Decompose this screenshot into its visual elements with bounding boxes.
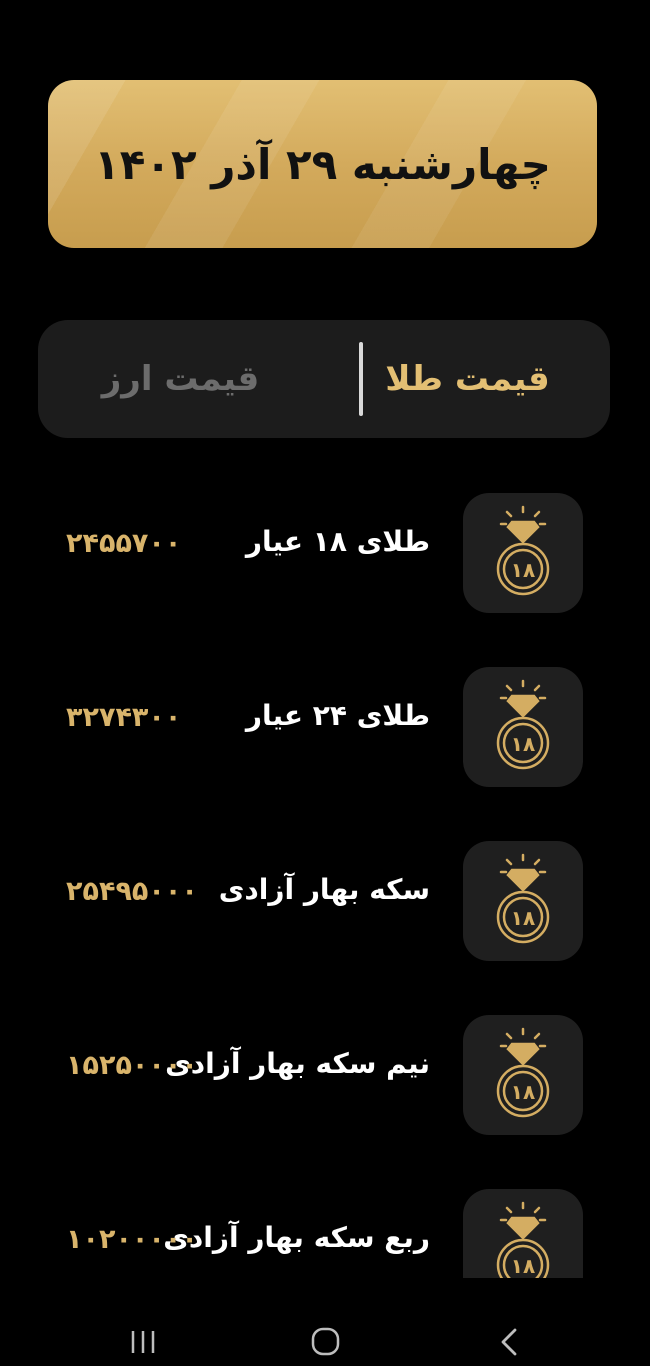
system-navigation-bar [0, 1312, 650, 1366]
item-name: طلای ۱۸ عیار [245, 525, 430, 558]
ring-badge-text: ۱۸ [511, 558, 535, 582]
ring-18-icon: ۱۸ [463, 1015, 583, 1135]
back-icon[interactable] [497, 1326, 523, 1358]
ring-18-icon: ۱۸ [463, 1189, 583, 1278]
ring-badge-text: ۱۸ [511, 1080, 535, 1104]
item-price: ۱۰۲۰۰۰۰۰ [66, 1224, 198, 1255]
item-name: طلای ۲۴ عیار [245, 699, 430, 732]
item-name: نیم سکه بهار آزادی [165, 1047, 430, 1080]
list-item[interactable]: ۱۸ طلای ۱۸ عیار ۲۴۵۵۷۰۰ [0, 480, 650, 654]
list-item[interactable]: ۱۸ سکه بهار آزادی ۲۵۴۹۵۰۰۰ [0, 828, 650, 1002]
tab-currency-price[interactable]: قیمت ارز [38, 320, 323, 438]
recent-apps-icon[interactable] [128, 1326, 158, 1356]
item-name: سکه بهار آزادی [218, 873, 430, 906]
ring-18-icon: ۱۸ [463, 493, 583, 613]
ring-18-icon: ۱۸ [463, 667, 583, 787]
price-tabs: قیمت طلا قیمت ارز [38, 320, 610, 438]
date-text: چهارشنبه ۲۹ آذر ۱۴۰۲ [94, 139, 551, 189]
ring-badge-text: ۱۸ [511, 732, 535, 756]
item-price: ۳۲۷۴۳۰۰ [66, 702, 182, 733]
tab-divider [359, 342, 363, 416]
list-item[interactable]: ۱۸ ربع سکه بهار آزادی ۱۰۲۰۰۰۰۰ [0, 1176, 650, 1278]
list-item[interactable]: ۱۸ طلای ۲۴ عیار ۳۲۷۴۳۰۰ [0, 654, 650, 828]
tab-gold-price[interactable]: قیمت طلا [325, 320, 610, 438]
ring-badge-text: ۱۸ [511, 1254, 535, 1278]
item-price: ۲۴۵۵۷۰۰ [66, 528, 182, 559]
item-price: ۲۵۴۹۵۰۰۰ [66, 876, 198, 907]
ring-18-icon: ۱۸ [463, 841, 583, 961]
item-name: ربع سکه بهار آزادی [163, 1221, 430, 1254]
date-banner: چهارشنبه ۲۹ آذر ۱۴۰۲ [48, 80, 597, 248]
ring-badge-text: ۱۸ [511, 906, 535, 930]
price-list[interactable]: ۱۸ طلای ۱۸ عیار ۲۴۵۵۷۰۰ ۱۸ طلای ۲۴ عیار … [0, 480, 650, 1278]
item-price: ۱۵۲۵۰۰۰۰ [66, 1050, 198, 1081]
list-item[interactable]: ۱۸ نیم سکه بهار آزادی ۱۵۲۵۰۰۰۰ [0, 1002, 650, 1176]
home-icon[interactable] [310, 1326, 342, 1358]
